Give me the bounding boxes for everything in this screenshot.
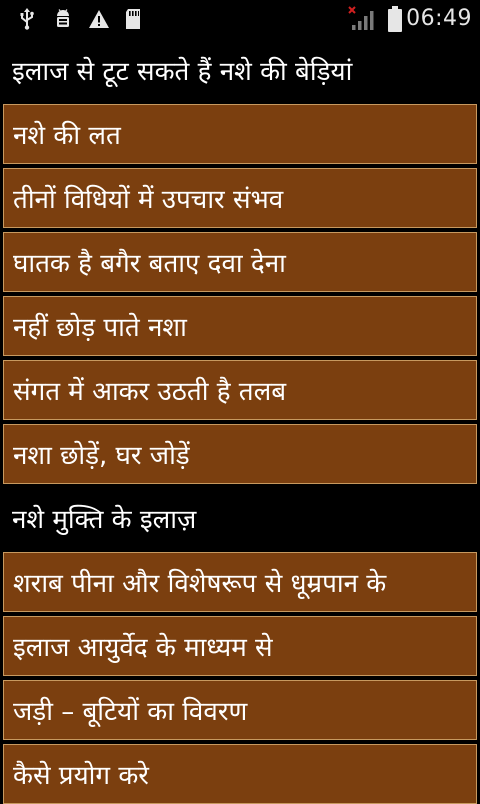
list-item[interactable]: कैसे प्रयोग करे	[3, 744, 477, 804]
section-header: नशे मुक्ति के इलाज़	[3, 488, 477, 548]
android-debug-icon	[50, 0, 76, 38]
list-item[interactable]: तीनों विधियों में उपचार संभव	[3, 168, 477, 228]
warning-icon	[86, 0, 112, 38]
list-item[interactable]: इलाज आयुर्वेद के माध्यम से	[3, 616, 477, 676]
list-item[interactable]: घातक है बगैर बताए दवा देना	[3, 232, 477, 292]
list-item[interactable]: नहीं छोड़ पाते नशा	[3, 296, 477, 356]
battery-icon	[384, 0, 406, 38]
status-clock: 06:49	[406, 6, 472, 31]
signal-no-service-icon	[346, 0, 378, 38]
list-item[interactable]: संगत में आकर उठती है तलब	[3, 360, 477, 420]
status-bar: 06:49	[0, 0, 480, 38]
list-item[interactable]: नशे की लत	[3, 104, 477, 164]
list-item[interactable]: नशा छोड़ें, घर जोड़ें	[3, 424, 477, 484]
section-header: इलाज से टूट सकते हैं नशे की बेड़ियां	[3, 40, 477, 100]
list-item[interactable]: जड़ी – बूटियों का विवरण	[3, 680, 477, 740]
topic-list: इलाज से टूट सकते हैं नशे की बेड़ियां नशे…	[0, 38, 480, 804]
usb-icon	[14, 0, 40, 38]
sd-card-icon	[120, 0, 146, 38]
list-item[interactable]: शराब पीना और विशेषरूप से धूम्रपान के	[3, 552, 477, 612]
